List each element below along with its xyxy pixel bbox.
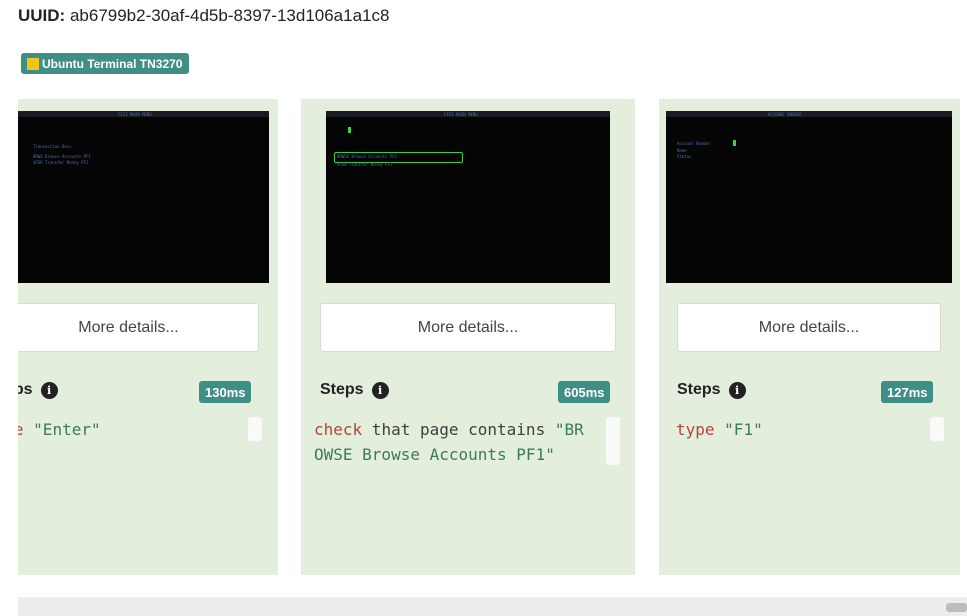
terminal-line: XFER Transfer Money PF2 (33, 160, 89, 165)
uuid-label: UUID: (18, 6, 66, 25)
step-code: type "Enter" (18, 417, 101, 442)
info-icon[interactable]: i (371, 381, 389, 399)
step-code: check that page contains "BR OWSE Browse… (314, 417, 584, 467)
step-text: that page contains (362, 420, 555, 439)
step-card: CICS MAIN MENU Transaction Desc BRWS Bro… (18, 99, 278, 575)
code-scrollbar[interactable] (248, 417, 262, 441)
more-details-button[interactable]: More details... (677, 303, 941, 352)
uuid-line: UUID: ab6799b2-30af-4d5b-8397-13d106a1a1… (18, 6, 389, 26)
terminal-cursor (348, 127, 351, 133)
steps-heading: Steps i (18, 381, 58, 399)
uuid-value: ab6799b2-30af-4d5b-8397-13d106a1a1c8 (69, 6, 390, 25)
step-text (715, 420, 725, 439)
step-string: "F1" (724, 420, 763, 439)
step-string-continued: OWSE Browse Accounts PF1" (314, 445, 555, 464)
horizontal-scrollbar[interactable] (18, 597, 967, 616)
terminal-title-bar (666, 111, 952, 117)
info-icon[interactable]: i (40, 381, 58, 399)
duration-badge: 127ms (881, 381, 934, 403)
step-card: CICS MAIN MENU BRWSE Browse Accounts PF1… (301, 99, 635, 575)
terminal-cursor (733, 140, 736, 146)
step-code: type "F1" (676, 417, 763, 442)
code-scrollbar[interactable] (606, 417, 620, 465)
steps-heading: Steps i (320, 381, 389, 399)
terminal-title: CICS MAIN MENU (118, 112, 152, 117)
terminal-line: BRWSE Browse Accounts PF1 (337, 154, 398, 159)
step-card: ACCOUNT BROWSE Account Number Name Statu… (659, 99, 960, 575)
step-keyword: check (314, 420, 363, 439)
steps-label: Steps (320, 381, 364, 398)
step-string: "Enter" (33, 420, 101, 439)
terminal-line: XFER Transfer Money PF2 (337, 162, 393, 167)
horizontal-scrollbar-thumb[interactable] (946, 603, 967, 612)
steps-heading: Steps i (677, 381, 746, 399)
info-icon[interactable]: i (728, 381, 746, 399)
steps-label: Steps (677, 381, 721, 398)
steps-label: Steps (18, 381, 33, 398)
terminal-line: Name (677, 148, 687, 153)
terminal-line: Account Number (677, 141, 711, 146)
terminal-title: CICS MAIN MENU (444, 112, 478, 117)
step-keyword: type (676, 420, 715, 439)
terminal-screenshot[interactable]: CICS MAIN MENU BRWSE Browse Accounts PF1… (326, 111, 610, 283)
terminal-title: ACCOUNT BROWSE (768, 112, 802, 117)
step-string: "BR (554, 420, 584, 439)
more-details-button[interactable]: More details... (18, 303, 259, 352)
terminal-screenshot[interactable]: CICS MAIN MENU Transaction Desc BRWS Bro… (18, 111, 269, 283)
environment-tag-label: Ubuntu Terminal TN3270 (42, 56, 183, 71)
step-text (24, 420, 34, 439)
duration-badge: 130ms (199, 381, 252, 403)
terminal-line: BRWS Browse Accounts PF1 (33, 154, 91, 159)
duration-badge: 605ms (558, 381, 611, 403)
more-details-button[interactable]: More details... (320, 303, 616, 352)
terminal-line: Status (677, 154, 692, 159)
terminal-screenshot[interactable]: ACCOUNT BROWSE Account Number Name Statu… (666, 111, 952, 283)
terminal-line: Transaction Desc (33, 144, 72, 149)
steps-carousel[interactable]: CICS MAIN MENU Transaction Desc BRWS Bro… (18, 99, 967, 577)
environment-tag[interactable]: Ubuntu Terminal TN3270 (21, 53, 190, 74)
code-scrollbar[interactable] (930, 417, 944, 441)
yellow-square-icon (27, 57, 39, 70)
